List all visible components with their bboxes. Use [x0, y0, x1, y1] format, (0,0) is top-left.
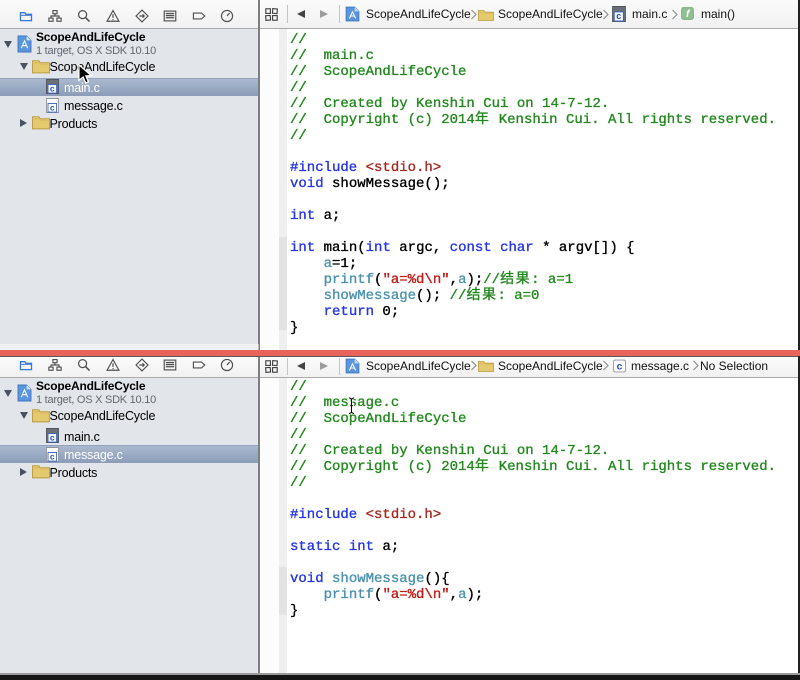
- svg-text:c: c: [50, 432, 55, 442]
- svg-text:c: c: [50, 102, 55, 112]
- svg-text:c: c: [50, 83, 55, 93]
- svg-text:c: c: [50, 451, 55, 461]
- svg-text:c: c: [616, 11, 621, 21]
- svg-text:c: c: [617, 361, 623, 372]
